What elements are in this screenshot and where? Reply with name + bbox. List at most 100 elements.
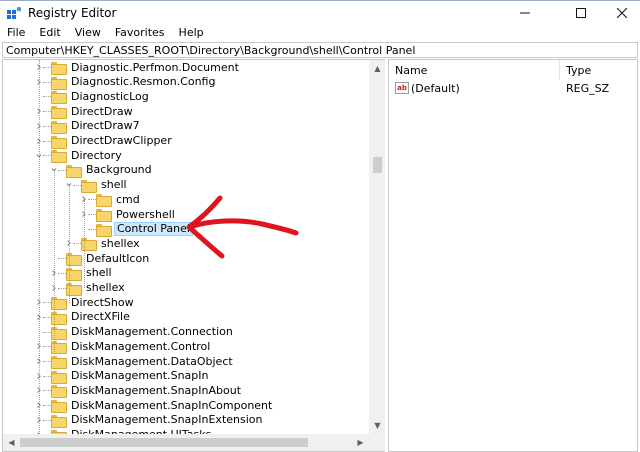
tree-connector	[43, 316, 51, 318]
scroll-up-icon[interactable]: ▲	[369, 60, 385, 77]
tree-node-label: DiskManagement.DataObject	[71, 354, 233, 368]
folder-icon	[51, 356, 67, 369]
value-type: REG_SZ	[566, 82, 610, 95]
tree-connector	[43, 361, 51, 362]
menu-help[interactable]: Help	[172, 24, 211, 42]
tree-node[interactable]: › Powershell	[80, 207, 177, 222]
menu-bar: File Edit View Favorites Help	[0, 24, 640, 42]
tree-guide-line	[84, 200, 85, 288]
tree-node[interactable]: › shell	[50, 266, 114, 281]
tree-connector	[73, 243, 81, 245]
address-bar[interactable]: Computer\HKEY_CLASSES_ROOT\Directory\Bac…	[2, 42, 638, 58]
tree-connector	[88, 214, 96, 215]
tree-connector	[43, 419, 51, 421]
folder-icon	[51, 385, 67, 399]
tree-node-label: shell	[101, 178, 127, 192]
folder-icon	[51, 106, 67, 120]
folder-icon	[81, 179, 97, 193]
scroll-down-icon[interactable]: ▼	[369, 417, 385, 434]
folder-icon	[51, 400, 67, 414]
tree-node[interactable]: › cmd	[80, 192, 142, 208]
folder-icon	[51, 120, 67, 134]
tree-node[interactable]: › DiskManagement.SnapInComponent	[35, 398, 274, 414]
tree-node[interactable]: › DiskManagement.DataObject	[35, 354, 235, 369]
tree-node[interactable]: Control Panel	[80, 222, 193, 237]
tree-connector	[43, 331, 51, 333]
tree-node-label: cmd	[116, 192, 140, 206]
tree-node[interactable]: › shellex	[50, 281, 127, 296]
folder-icon	[96, 194, 112, 208]
tree-connector	[43, 96, 51, 98]
tree-node-label: DiskManagement.SnapInAbout	[71, 383, 242, 397]
tree-guide-line	[54, 170, 55, 354]
tree-node-label: shellex	[101, 236, 140, 250]
folder-icon	[51, 76, 67, 90]
tree-node-label: DiskManagement.SnapInComponent	[71, 398, 273, 412]
maximize-icon	[576, 8, 586, 18]
tree-node-label: Control Panel	[114, 222, 193, 237]
tree-node[interactable]: › DirectXFile	[35, 310, 132, 325]
column-header-name[interactable]: Name	[389, 60, 560, 80]
tree-connector	[43, 302, 51, 304]
tree-node-label: Background	[86, 163, 152, 177]
column-header-type[interactable]: Type	[560, 60, 637, 80]
tree-connector	[88, 199, 96, 201]
tree-node[interactable]: › Diagnostic.Resmon.Config	[35, 75, 217, 90]
tree-node[interactable]: › DiskManagement.SnapIn	[35, 369, 210, 384]
tree-horizontal-scrollbar[interactable]: ◀ ▶	[3, 434, 369, 451]
tree-vertical-scroll-thumb[interactable]	[373, 157, 382, 173]
minimize-icon	[520, 12, 530, 14]
tree-connector	[43, 390, 51, 392]
tree-connector	[43, 346, 51, 348]
tree-node-label: DiskManagement.SnapInExtension	[71, 413, 263, 427]
tree-connector	[58, 169, 66, 171]
tree-node-label: Powershell	[116, 207, 175, 221]
tree-node-label: DirectXFile	[71, 310, 130, 324]
close-button[interactable]	[604, 1, 640, 25]
scroll-right-icon[interactable]: ▶	[352, 434, 369, 451]
tree-node-label: shell	[86, 266, 112, 280]
folder-icon	[96, 209, 112, 222]
tree-connector	[43, 140, 51, 142]
menu-edit[interactable]: Edit	[32, 24, 67, 42]
title-bar: Registry Editor	[0, 0, 640, 24]
tree-node[interactable]: › shellex	[65, 236, 142, 252]
tree-node[interactable]: › DirectDraw7	[35, 119, 142, 134]
folder-icon	[51, 91, 67, 105]
folder-icon	[51, 370, 67, 384]
tree-node[interactable]: › DirectShow	[35, 295, 136, 311]
menu-view[interactable]: View	[68, 24, 108, 42]
maximize-button[interactable]	[558, 1, 604, 25]
menu-file[interactable]: File	[0, 24, 32, 42]
tree-node[interactable]: › DiskManagement.SnapInAbout	[35, 383, 243, 399]
key-tree-pane: › Diagnostic.Perfmon.Document › Diagnostic.…	[2, 59, 385, 452]
tree-node[interactable]: ⌄ Directory	[34, 147, 124, 164]
tree-node-label: Diagnostic.Perfmon.Document	[71, 60, 239, 74]
tree-connector	[43, 67, 51, 68]
minimize-button[interactable]	[502, 1, 548, 25]
tree-node[interactable]: › DiskManagement.Control	[35, 339, 212, 355]
tree-node-label: Directory	[71, 148, 122, 162]
tree-node[interactable]: › Diagnostic.Perfmon.Document	[35, 60, 241, 75]
tree-node[interactable]: › DirectDrawClipper	[35, 134, 174, 149]
scroll-left-icon[interactable]: ◀	[3, 434, 20, 451]
tree-node-label: DiagnosticLog	[71, 89, 149, 103]
value-name: (Default)	[411, 82, 460, 95]
tree-horizontal-scroll-thumb[interactable]	[20, 438, 308, 447]
tree-node[interactable]: DiagnosticLog	[35, 89, 151, 105]
string-value-icon: ab	[395, 82, 409, 94]
value-row[interactable]: ab (Default) REG_SZ	[389, 80, 637, 96]
tree-vertical-scrollbar[interactable]: ▲ ▼	[369, 60, 385, 434]
tree-connector	[73, 184, 81, 186]
tree-node[interactable]: DefaultIcon	[50, 251, 151, 267]
tree-guide-line	[69, 185, 70, 303]
tree-node-label: DiskManagement.Connection	[71, 325, 233, 339]
tree-node[interactable]: ⌄ shell	[64, 176, 129, 193]
tree-node[interactable]: DiskManagement.Connection	[35, 325, 235, 340]
menu-favorites[interactable]: Favorites	[108, 24, 172, 42]
tree-node-label: DiskManagement.Control	[71, 339, 211, 353]
tree-connector	[43, 155, 51, 157]
tree-node[interactable]: › DirectDraw	[35, 104, 135, 120]
tree-node[interactable]: › DiskManagement.SnapInExtension	[35, 413, 264, 428]
folder-icon	[51, 414, 67, 428]
